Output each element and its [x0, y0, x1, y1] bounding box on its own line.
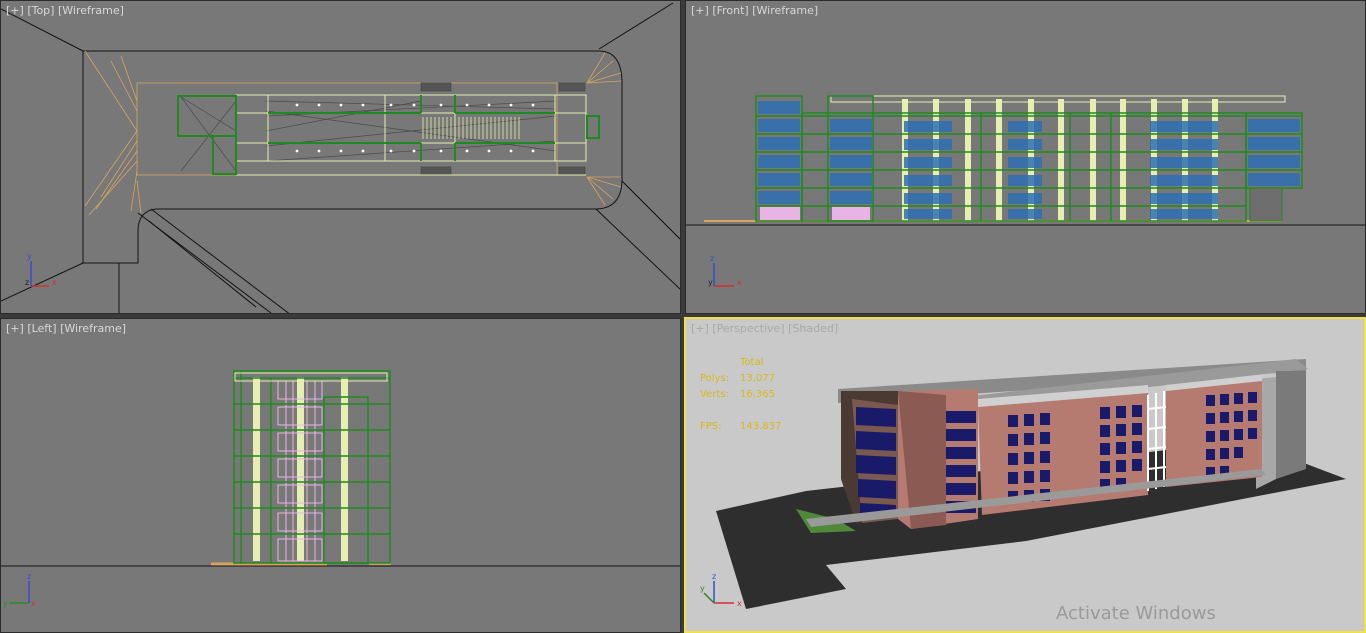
- viewport-menu-plus[interactable]: [+]: [691, 4, 709, 17]
- axis-label-x: x: [31, 599, 36, 608]
- axis-gizmo-left: z y x: [3, 572, 36, 608]
- viewport-left[interactable]: [+] [Left] [Wireframe] z y x: [0, 318, 681, 633]
- stats-header: Total: [740, 357, 764, 368]
- viewport-label-front[interactable]: [+] [Front] [Wireframe]: [691, 4, 818, 17]
- viewport-point-of-view[interactable]: [Left]: [27, 322, 56, 335]
- viewport-shading-mode[interactable]: [Wireframe]: [58, 4, 124, 17]
- axis-label-z: z: [712, 572, 716, 581]
- axis-gizmo-front: x z y: [708, 254, 742, 287]
- viewport-point-of-view[interactable]: [Perspective]: [712, 322, 784, 335]
- viewport-menu-plus[interactable]: [+]: [6, 322, 24, 335]
- viewport-label-perspective[interactable]: [+] [Perspective] [Shaded]: [691, 322, 838, 335]
- viewport-shading-mode[interactable]: [Wireframe]: [752, 4, 818, 17]
- viewport-point-of-view[interactable]: [Front]: [712, 4, 748, 17]
- axis-label-y: y: [3, 599, 8, 608]
- verts-label: Verts:: [700, 389, 729, 400]
- axis-label-x: x: [737, 599, 742, 608]
- viewport-menu-plus[interactable]: [+]: [691, 322, 709, 335]
- axis-label-y: y: [708, 278, 713, 287]
- statistics-overlay: Total Polys: 13,077 Verts: 16,365 FPS: 143.…: [700, 355, 781, 435]
- axis-gizmo-top: x y z: [25, 252, 57, 287]
- viewport-shading-mode[interactable]: [Wireframe]: [60, 322, 126, 335]
- axis-label-x: x: [52, 278, 57, 287]
- polys-label: Polys:: [700, 373, 730, 384]
- viewport-perspective[interactable]: [+] [Perspective] [Shaded] Total Polys: 1…: [684, 317, 1366, 633]
- viewport-shading-mode[interactable]: [Shaded]: [788, 322, 838, 335]
- viewport-point-of-view[interactable]: [Top]: [27, 4, 54, 17]
- axis-label-x: x: [737, 278, 742, 287]
- axis-label-y: y: [700, 584, 705, 593]
- viewport-label-top[interactable]: [+] [Top] [Wireframe]: [6, 4, 124, 17]
- viewport-front[interactable]: [+] [Front] [Wireframe] x z y: [685, 0, 1366, 314]
- viewport-menu-plus[interactable]: [+]: [6, 4, 24, 17]
- activate-windows-watermark: Activate Windows: [1056, 603, 1216, 624]
- axis-label-z: z: [25, 278, 29, 287]
- axis-label-y: y: [27, 252, 32, 261]
- axis-gizmo-perspective: z x y: [700, 572, 742, 608]
- verts-value: 16,365: [740, 389, 775, 400]
- fps-label: FPS:: [700, 421, 722, 432]
- viewport-top[interactable]: [+] [Top] [Wireframe] x y z: [0, 0, 681, 314]
- viewport-label-left[interactable]: [+] [Left] [Wireframe]: [6, 322, 126, 335]
- axis-label-z: z: [27, 572, 31, 581]
- axis-label-z: z: [710, 254, 714, 263]
- polys-value: 13,077: [740, 373, 775, 384]
- fps-value: 143.837: [740, 421, 782, 432]
